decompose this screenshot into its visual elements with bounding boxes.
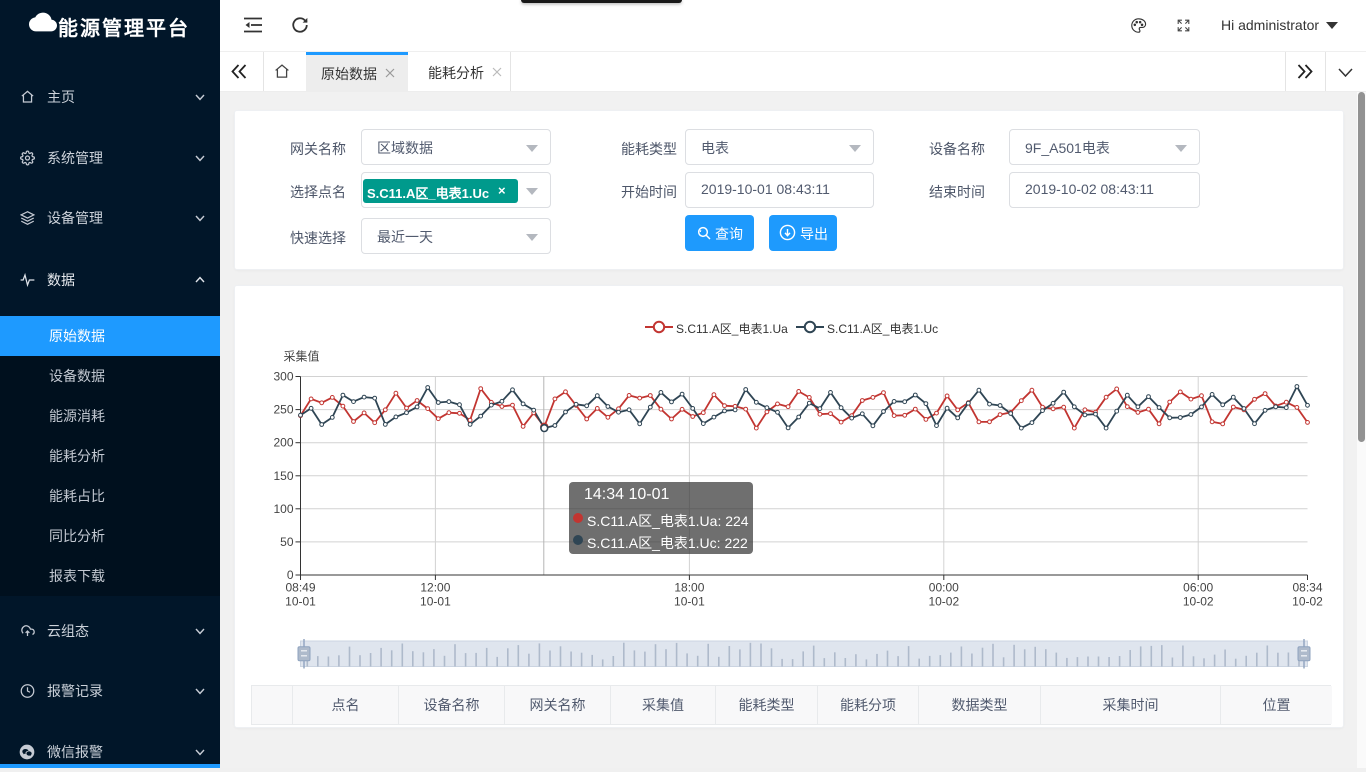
svg-text:10-01: 10-01: [285, 595, 316, 609]
svg-text:300: 300: [273, 370, 293, 384]
svg-text:18:00: 18:00: [674, 581, 704, 595]
svg-text:150: 150: [273, 469, 293, 483]
svg-text:250: 250: [273, 403, 293, 417]
svg-text:50: 50: [280, 535, 294, 549]
svg-text:100: 100: [273, 502, 293, 516]
svg-text:08:34: 08:34: [1292, 581, 1322, 595]
svg-text:10-02: 10-02: [1292, 595, 1323, 609]
svg-text:00:00: 00:00: [929, 581, 959, 595]
svg-text:06:00: 06:00: [1183, 581, 1213, 595]
svg-text:10-01: 10-01: [674, 595, 705, 609]
svg-text:08:49: 08:49: [285, 581, 315, 595]
svg-text:采集值: 采集值: [284, 349, 320, 364]
svg-text:10-02: 10-02: [928, 595, 959, 609]
svg-text:10-02: 10-02: [1183, 595, 1214, 609]
svg-text:10-01: 10-01: [420, 595, 451, 609]
svg-text:12:00: 12:00: [420, 581, 450, 595]
svg-text:200: 200: [273, 436, 293, 450]
